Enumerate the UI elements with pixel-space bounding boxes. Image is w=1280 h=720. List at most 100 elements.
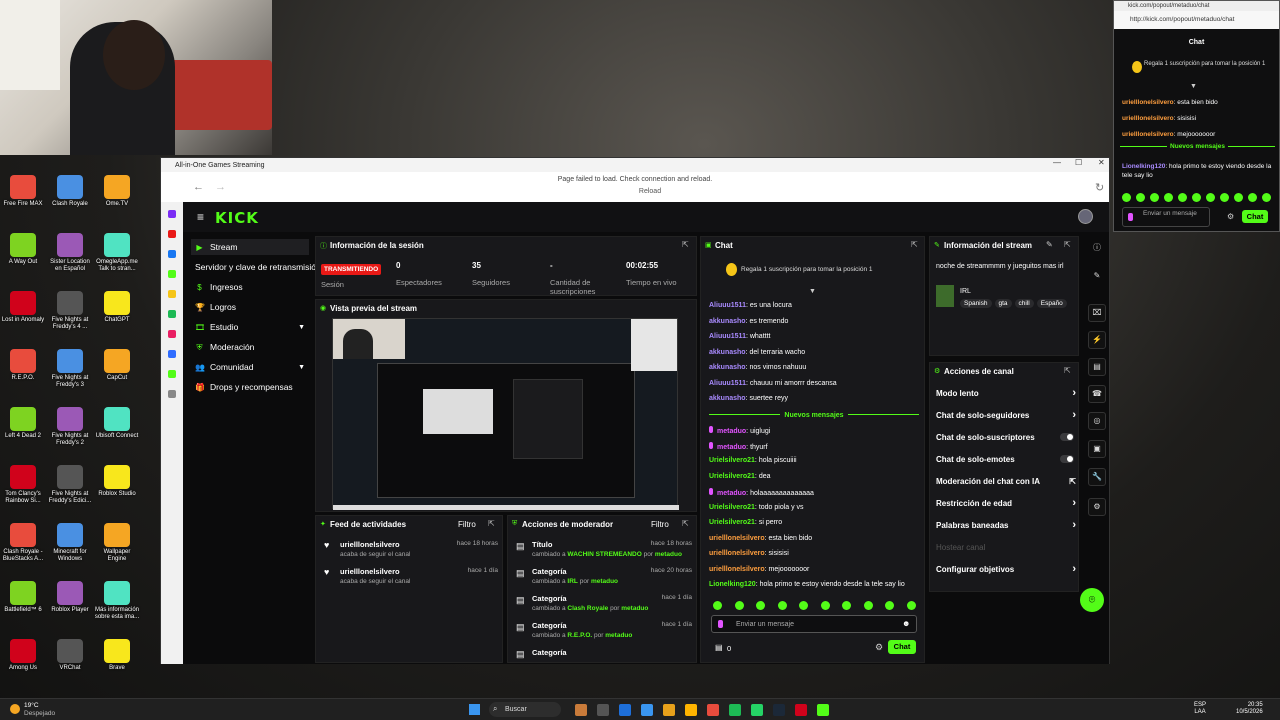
- emote-icon[interactable]: [842, 601, 851, 610]
- chat-username[interactable]: akkunasho: [709, 349, 746, 356]
- emote-icon[interactable]: [885, 601, 894, 610]
- chat-username[interactable]: akkunasho: [709, 318, 746, 325]
- app-shortcut-icon[interactable]: [168, 210, 176, 218]
- toggle-switch[interactable]: [1060, 433, 1074, 441]
- mod-action-item[interactable]: ▤ Categoría cambiado a IRL por metaduo hace…: [516, 567, 692, 585]
- tool-button[interactable]: ☎: [1088, 385, 1106, 403]
- mod-action-item[interactable]: ▤ Título cambiado a WACHIN STREMEANDO por …: [516, 540, 692, 558]
- desktop-icon[interactable]: Sister Location en Español: [47, 233, 93, 273]
- chat-username[interactable]: urielllonelsilvero: [709, 535, 765, 542]
- tool-button[interactable]: ⚙: [1088, 498, 1106, 516]
- tool-button[interactable]: ▤: [1088, 358, 1106, 376]
- chat-username[interactable]: Urielsilvero21: [709, 457, 755, 464]
- popout-icon[interactable]: ⇱: [682, 240, 689, 249]
- chat-username[interactable]: akkunasho: [709, 395, 746, 402]
- channel-action-4[interactable]: Moderación del chat con IA ⇱: [936, 477, 1076, 486]
- taskbar-app-icon[interactable]: [575, 704, 587, 716]
- channel-action-3[interactable]: Chat de solo-emotes: [936, 455, 1076, 464]
- emote-icon[interactable]: [799, 601, 808, 610]
- menu-item-estudio[interactable]: 🎞 Estudio ▼: [191, 319, 309, 335]
- chat-username[interactable]: metaduo: [717, 428, 746, 435]
- chat-username[interactable]: urielllonelsilvero: [1122, 99, 1174, 106]
- chat-username[interactable]: Urielsilvero21: [709, 504, 755, 511]
- desktop-icon[interactable]: Clash Royale: [47, 175, 93, 208]
- reload-link[interactable]: Reload: [161, 188, 1139, 195]
- stream-tag[interactable]: Spanish: [960, 299, 992, 308]
- emote-icon[interactable]: [713, 601, 722, 610]
- chat-username[interactable]: metaduo: [717, 444, 746, 451]
- app-shortcut-icon[interactable]: [168, 290, 176, 298]
- taskbar-app-icon[interactable]: [729, 704, 741, 716]
- start-icon[interactable]: [469, 704, 480, 715]
- desktop-icon[interactable]: Ubisoft Connect: [94, 407, 140, 440]
- desktop-icon[interactable]: Más información sobre esta ima...: [94, 581, 140, 621]
- app-shortcut-icon[interactable]: [168, 230, 176, 238]
- emote-icon[interactable]: [820, 601, 830, 610]
- chat-username[interactable]: Urielsilvero21: [709, 519, 755, 526]
- menu-item-servidor[interactable]: Servidor y clave de retransmisión: [191, 259, 321, 275]
- desktop-icon[interactable]: Tom Clancy's Rainbow Si...: [0, 465, 46, 505]
- chat-username[interactable]: urielllonelsilvero: [709, 550, 765, 557]
- emote-icon[interactable]: [1150, 193, 1159, 202]
- popout-icon[interactable]: ⇱: [1064, 240, 1071, 249]
- desktop-icon[interactable]: Lost in Anomaly: [0, 291, 46, 324]
- mic-icon[interactable]: [718, 620, 723, 628]
- channel-action-8[interactable]: Configurar objetivos ›: [936, 563, 1076, 575]
- mod-filter[interactable]: Filtro: [651, 520, 669, 529]
- emote-icon[interactable]: [1220, 193, 1229, 202]
- chat-username[interactable]: Aliuuu1511: [709, 333, 746, 340]
- desktop-icon[interactable]: Five Nights at Freddy's Edici...: [47, 465, 93, 505]
- desktop-icon[interactable]: VRChat: [47, 639, 93, 672]
- mic-icon[interactable]: [1128, 213, 1133, 221]
- menu-item-comunidad[interactable]: 👥 Comunidad ▼: [191, 359, 309, 375]
- menu-item-drops[interactable]: 🎁 Drops y recompensas: [191, 379, 309, 395]
- stream-preview-video[interactable]: [332, 318, 679, 510]
- desktop-icon[interactable]: Roblox Player: [47, 581, 93, 614]
- desktop-icon[interactable]: Ome.TV: [94, 175, 140, 208]
- popout-icon[interactable]: ⇱: [682, 519, 689, 528]
- taskbar-app-icon[interactable]: [663, 704, 675, 716]
- activity-filter[interactable]: Filtro: [458, 520, 476, 529]
- app-shortcut-icon[interactable]: [168, 250, 176, 258]
- app-shortcut-icon[interactable]: [168, 350, 176, 358]
- desktop-icon[interactable]: OmegleApp.me Talk to stran...: [94, 233, 140, 273]
- popout-chat-input[interactable]: Enviar un mensaje: [1122, 207, 1210, 227]
- chat-input[interactable]: Enviar un mensaje: [711, 615, 917, 633]
- popout-url-bar[interactable]: http://kick.com/popout/metaduo/chat: [1114, 11, 1279, 29]
- activity-item[interactable]: ♥ urielllonelsilvero acaba de seguir el ca…: [324, 540, 498, 558]
- desktop-icon[interactable]: CapCut: [94, 349, 140, 382]
- popout-tab-title[interactable]: kick.com/popout/metaduo/chat: [1114, 1, 1279, 11]
- popout-new-messages[interactable]: Nuevos mensajes: [1120, 143, 1275, 155]
- chat-username[interactable]: akkunasho: [709, 364, 746, 371]
- emote-icon[interactable]: [1206, 193, 1215, 202]
- tool-button[interactable]: ✎: [1088, 268, 1106, 286]
- language-indicator[interactable]: ESP LAA: [1194, 702, 1206, 716]
- chat-username[interactable]: Aliuuu1511: [709, 380, 746, 387]
- app-shortcut-icon[interactable]: [168, 330, 176, 338]
- emote-icon[interactable]: [863, 601, 873, 610]
- desktop-icon[interactable]: ChatGPT: [94, 291, 140, 324]
- desktop-icon[interactable]: Among Us: [0, 639, 46, 672]
- minimize-icon[interactable]: —: [1053, 158, 1061, 167]
- clock[interactable]: 20:35 10/5/2026: [1236, 702, 1263, 716]
- scroll-down-icon[interactable]: ▼: [1190, 83, 1197, 90]
- tool-button[interactable]: ⚡: [1088, 331, 1106, 349]
- emote-icon[interactable]: [734, 601, 744, 610]
- channel-action-1[interactable]: Chat de solo-seguidores ›: [936, 409, 1076, 421]
- emote-icon[interactable]: [777, 601, 787, 610]
- gift-count-icon[interactable]: ▤: [715, 643, 723, 652]
- desktop-icon[interactable]: Battlefield™ 6: [0, 581, 46, 614]
- stream-tag[interactable]: gta: [994, 299, 1012, 308]
- emote-icon[interactable]: [1178, 193, 1187, 202]
- emote-icon[interactable]: [1262, 193, 1271, 202]
- tool-button[interactable]: 🔧: [1088, 468, 1106, 486]
- desktop-icon[interactable]: Left 4 Dead 2: [0, 407, 46, 440]
- chat-username[interactable]: urielllonelsilvero: [1122, 115, 1174, 122]
- tool-button[interactable]: ◎: [1088, 412, 1106, 430]
- popout-icon[interactable]: ⇱: [1064, 366, 1071, 375]
- taskbar-app-icon[interactable]: [707, 704, 719, 716]
- taskbar-app-icon[interactable]: [751, 704, 763, 716]
- menu-item-logros[interactable]: 🏆 Logros: [191, 299, 309, 315]
- edit-icon[interactable]: ✎: [1046, 240, 1053, 249]
- chat-username[interactable]: Aliuuu1511: [709, 302, 746, 309]
